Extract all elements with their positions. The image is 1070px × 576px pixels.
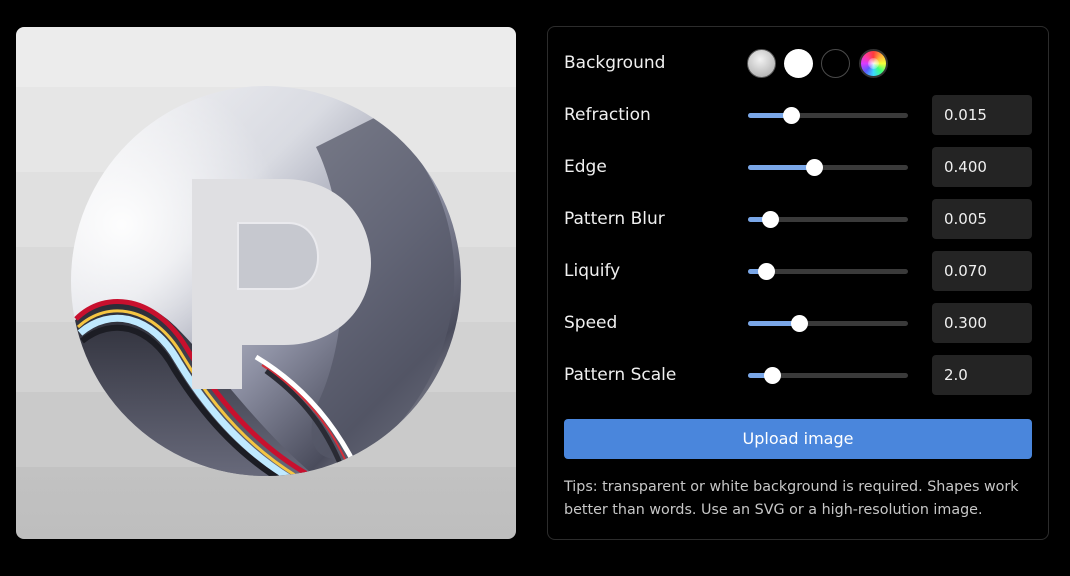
refraction-slider[interactable] <box>748 107 908 124</box>
slider-thumb[interactable] <box>764 367 781 384</box>
edge-slider[interactable] <box>748 159 908 176</box>
pattern-scale-input[interactable] <box>932 355 1032 395</box>
upload-image-button[interactable]: Upload image <box>564 419 1032 459</box>
slider-thumb[interactable] <box>805 159 823 176</box>
pattern-blur-input[interactable] <box>932 199 1032 239</box>
preview-canvas <box>16 27 516 539</box>
edge-label: Edge <box>564 157 607 177</box>
refraction-label: Refraction <box>564 105 651 125</box>
speed-label: Speed <box>564 313 618 333</box>
speed-slider[interactable] <box>748 315 908 332</box>
pattern-scale-label: Pattern Scale <box>564 365 677 385</box>
tips-text: Tips: transparent or white background is… <box>564 479 1019 518</box>
swatch-black[interactable] <box>821 49 850 78</box>
swatch-rainbow[interactable] <box>859 49 888 78</box>
pattern-scale-slider[interactable] <box>748 367 908 384</box>
swatch-white[interactable] <box>784 49 813 78</box>
pattern-blur-slider[interactable] <box>748 211 908 228</box>
pattern-blur-label: Pattern Blur <box>564 209 665 229</box>
slider-thumb[interactable] <box>783 107 801 124</box>
speed-input[interactable] <box>932 303 1032 343</box>
swatch-metallic-gray[interactable] <box>747 49 776 78</box>
slider-thumb[interactable] <box>762 211 780 228</box>
slider-fill <box>748 165 814 170</box>
controls-panel: Background Refraction Edge Pattern Blur … <box>547 26 1049 540</box>
liquify-slider[interactable] <box>748 263 908 280</box>
slider-thumb[interactable] <box>791 315 809 332</box>
slider-thumb[interactable] <box>757 263 775 280</box>
edge-input[interactable] <box>932 147 1032 187</box>
liquid-metal-logo <box>71 86 461 476</box>
background-label: Background <box>564 53 666 73</box>
liquify-label: Liquify <box>564 261 621 281</box>
refraction-input[interactable] <box>932 95 1032 135</box>
liquify-input[interactable] <box>932 251 1032 291</box>
